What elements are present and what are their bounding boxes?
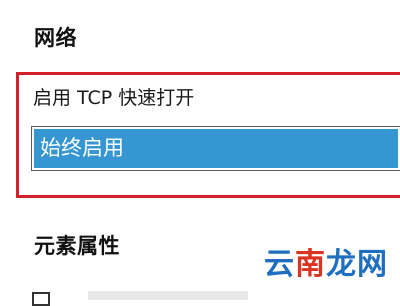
watermark-text-3: 龙网: [326, 247, 388, 282]
element-properties-row-text: [88, 291, 248, 300]
watermark-text-1: 云: [264, 247, 295, 282]
network-section-title: 网络: [34, 26, 77, 50]
tcp-fast-open-selected-option[interactable]: 始终启用: [34, 129, 398, 168]
watermark-text-2: 南: [295, 247, 326, 282]
element-properties-checkbox[interactable]: [32, 292, 50, 306]
tcp-fast-open-label: 启用 TCP 快速打开: [33, 87, 195, 109]
element-properties-section-title: 元素属性: [34, 234, 120, 258]
tcp-fast-open-dropdown[interactable]: 始终启用: [31, 126, 400, 171]
watermark-logo: 云南龙网: [264, 250, 388, 280]
